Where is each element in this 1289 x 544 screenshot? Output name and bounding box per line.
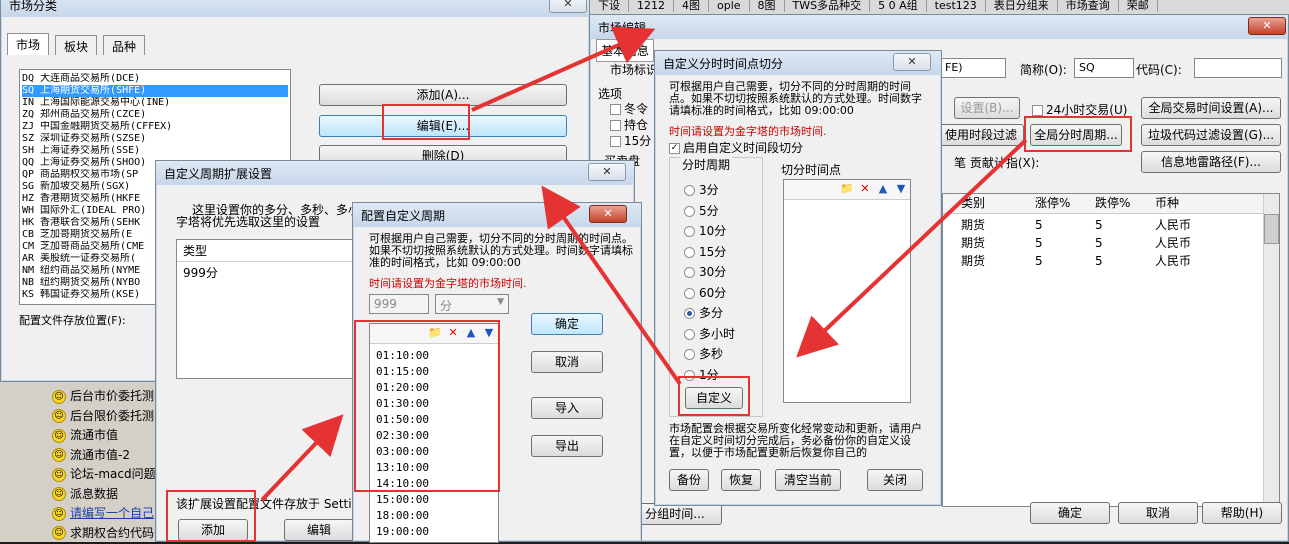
arrow-to-ext-dialog: [541, 185, 682, 386]
annotation-arrows: [260, 26, 1028, 502]
arrow-to-time-list: [260, 414, 344, 502]
arrow-to-market-edit: [471, 26, 656, 112]
arrow-to-split-dialog: [796, 138, 1028, 358]
